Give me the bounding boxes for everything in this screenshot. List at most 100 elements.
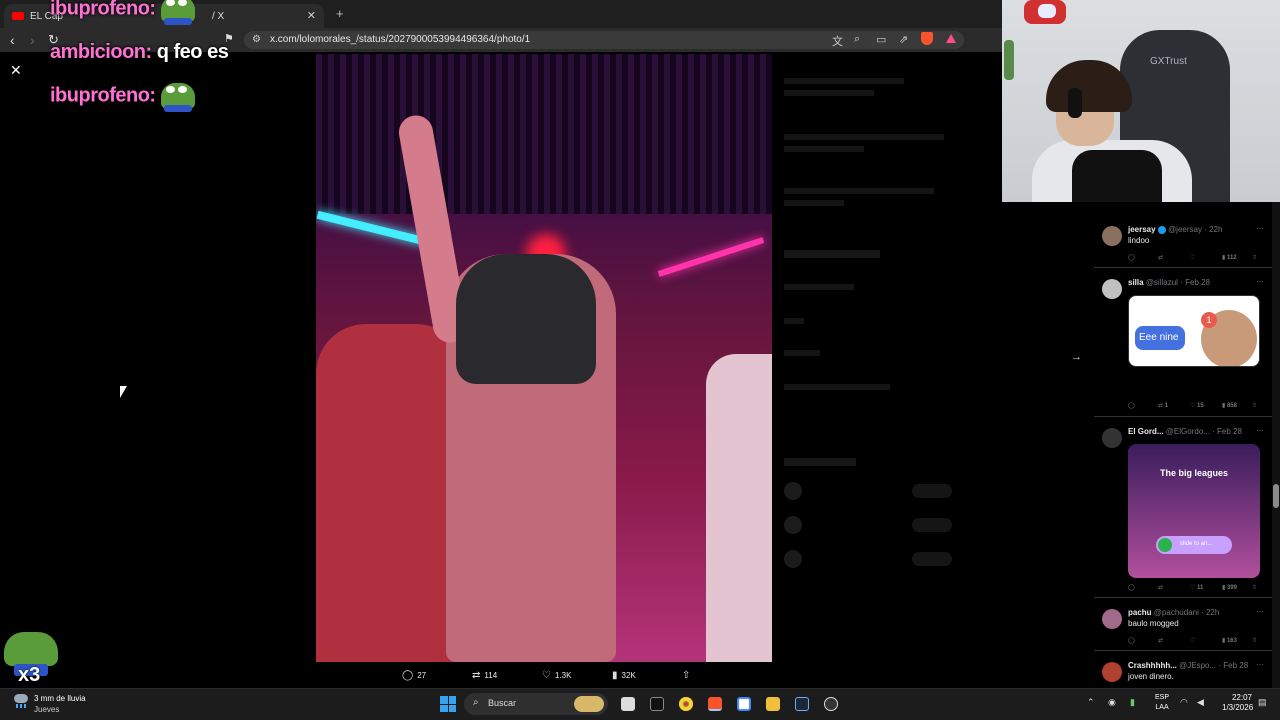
share-icon[interactable]: ⇧ — [1252, 637, 1257, 644]
heart-icon[interactable]: ♡ 15 — [1190, 402, 1204, 409]
tweet-author[interactable]: El Gord... @ElGordo... · Feb 28 — [1128, 427, 1242, 436]
repost-icon[interactable]: ⇄ 1 — [1158, 402, 1168, 409]
site-info-icon[interactable]: ⚙ — [252, 34, 261, 45]
tweet-media[interactable]: The big leagues slide to an... — [1128, 444, 1260, 578]
views-icon[interactable]: ▮ 163 — [1222, 637, 1237, 644]
close-photo-button[interactable]: ✕ — [10, 62, 22, 79]
repost-icon[interactable]: ⇄ — [1158, 584, 1163, 591]
feed-scrollbar[interactable] — [1272, 202, 1280, 688]
dim-line — [784, 78, 904, 84]
windows-start-icon[interactable] — [440, 696, 456, 712]
file-explorer-icon[interactable] — [766, 697, 780, 711]
reply-icon[interactable]: ◯ — [1128, 637, 1135, 644]
reply-icon[interactable]: ◯ — [1128, 254, 1135, 261]
forward-button[interactable]: › — [30, 32, 35, 48]
tweet-photo[interactable] — [316, 54, 772, 662]
repost-icon[interactable]: ⇄ — [1158, 637, 1163, 644]
reply-icon[interactable]: ◯ — [1128, 402, 1135, 409]
back-button[interactable]: ‹ — [10, 32, 15, 48]
tweet-item[interactable]: pachu @pachudani · 22h ··· baulo mogged … — [1094, 599, 1274, 651]
epic-games-icon[interactable] — [650, 697, 664, 711]
share-icon[interactable]: ⇧ — [1252, 584, 1257, 591]
tweet-author[interactable]: pachu @pachudani · 22h — [1128, 608, 1219, 617]
weather-icon[interactable] — [12, 694, 30, 708]
dim-avatar — [784, 550, 802, 568]
more-icon[interactable]: ··· — [1256, 277, 1264, 286]
views-icon[interactable]: ▮ 858 — [1222, 402, 1237, 409]
obs-icon[interactable] — [824, 697, 838, 711]
cast-icon[interactable]: ▭ — [876, 33, 886, 46]
tweet-media[interactable]: Eee nine 1 — [1128, 295, 1260, 367]
next-photo-button[interactable]: → — [1071, 351, 1082, 363]
repost-icon[interactable]: ⇄ — [1158, 254, 1163, 261]
heart-icon[interactable]: ♡ — [1190, 254, 1195, 261]
reply-button[interactable]: ◯ 27 — [402, 670, 426, 681]
brave-taskbar-icon[interactable] — [708, 697, 722, 711]
volume-icon[interactable]: ◀ — [1197, 697, 1204, 708]
tweet-item[interactable]: Crashhhhh... @JEspo... · Feb 28 ··· jove… — [1094, 652, 1274, 688]
tweet-author[interactable]: Crashhhhh... @JEspo... · Feb 28 — [1128, 661, 1248, 670]
show-hidden-icons[interactable]: ⌃ — [1087, 697, 1095, 708]
heart-icon[interactable]: ♡ 11 — [1190, 584, 1203, 591]
webcam-toy — [1038, 4, 1056, 18]
tweet-text: joven dinero. — [1128, 672, 1174, 681]
weather-title[interactable]: 3 mm de lluvia — [34, 694, 86, 703]
share-icon[interactable]: ⇧ — [1252, 402, 1257, 409]
tweet-item[interactable]: El Gord... @ElGordo... · Feb 28 ··· The … — [1094, 418, 1274, 598]
dim-line — [784, 134, 944, 140]
tweet-feed[interactable]: jeersay @jeersay · 22h ··· lindoo ◯ ⇄ ♡ … — [1094, 202, 1274, 688]
chat-message: ibuprofeno: — [50, 0, 195, 25]
mouse-cursor-icon — [120, 386, 127, 398]
brave-rewards-icon[interactable] — [946, 34, 956, 43]
avatar[interactable] — [1102, 226, 1122, 246]
avatar[interactable] — [1102, 662, 1122, 682]
views-icon[interactable]: ▮ 399 — [1222, 584, 1237, 591]
pepe-emote-icon — [160, 0, 195, 25]
new-tab-button[interactable]: + — [336, 6, 344, 21]
more-icon[interactable]: ··· — [1256, 224, 1264, 233]
more-icon[interactable]: ··· — [1256, 660, 1264, 669]
chrome-icon[interactable] — [679, 697, 693, 711]
more-icon[interactable]: ··· — [1256, 426, 1264, 435]
zoom-icon[interactable]: ⌕ — [854, 33, 860, 46]
pepe-emote-icon — [4, 632, 58, 666]
photo-figure — [706, 354, 772, 662]
more-icon[interactable]: ··· — [1256, 607, 1264, 616]
tweet-item[interactable]: jeersay @jeersay · 22h ··· lindoo ◯ ⇄ ♡ … — [1094, 216, 1274, 268]
tweet-item[interactable]: silla @sillazul · Feb 28 ··· Eee nine 1 … — [1094, 269, 1274, 417]
wifi-icon[interactable]: ◠ — [1180, 697, 1188, 708]
feed-scrollbar-thumb[interactable] — [1273, 484, 1279, 508]
headphones-icon — [1068, 88, 1082, 118]
heart-icon[interactable]: ♡ — [1190, 637, 1195, 644]
discord-icon[interactable]: ◉ — [1108, 697, 1116, 708]
avatar[interactable] — [1102, 428, 1122, 448]
brave-shields-icon[interactable] — [921, 32, 933, 45]
translate-icon[interactable]: 文 — [832, 33, 843, 49]
search-highlight-icon — [574, 696, 604, 712]
input-language[interactable]: ESP LAA — [1155, 693, 1169, 713]
share-icon[interactable]: ⇧ — [1252, 254, 1257, 261]
dim-heading — [784, 250, 880, 258]
store-icon[interactable] — [737, 697, 751, 711]
task-view-icon[interactable] — [621, 697, 635, 711]
close-tab-icon[interactable]: ✕ — [307, 9, 316, 22]
tweet-author[interactable]: silla @sillazul · Feb 28 — [1128, 278, 1210, 287]
share-icon[interactable]: ⇗ — [899, 33, 908, 46]
dim-avatar — [784, 482, 802, 500]
taskbar-search[interactable]: ⌕ Buscar — [464, 693, 608, 715]
steam-icon[interactable] — [795, 697, 809, 711]
microphone-icon[interactable]: ▮ — [1130, 697, 1135, 708]
reply-icon[interactable]: ◯ — [1128, 584, 1135, 591]
share-button[interactable]: ⇧ — [682, 670, 690, 681]
dim-line — [784, 188, 934, 194]
repost-button[interactable]: ⇄ 114 — [472, 670, 497, 681]
like-button[interactable]: ♡ 1.3K — [542, 670, 571, 681]
tweet-text: lindoo — [1128, 236, 1150, 245]
views-button[interactable]: ▮ 32K — [612, 670, 636, 681]
views-icon[interactable]: ▮ 112 — [1222, 254, 1237, 261]
tweet-author[interactable]: jeersay @jeersay · 22h — [1128, 225, 1222, 234]
avatar[interactable] — [1102, 279, 1122, 299]
notifications-icon[interactable]: ▤ — [1258, 697, 1267, 708]
avatar[interactable] — [1102, 609, 1122, 629]
clock[interactable]: 22:07 1/3/2026 — [1222, 693, 1253, 713]
